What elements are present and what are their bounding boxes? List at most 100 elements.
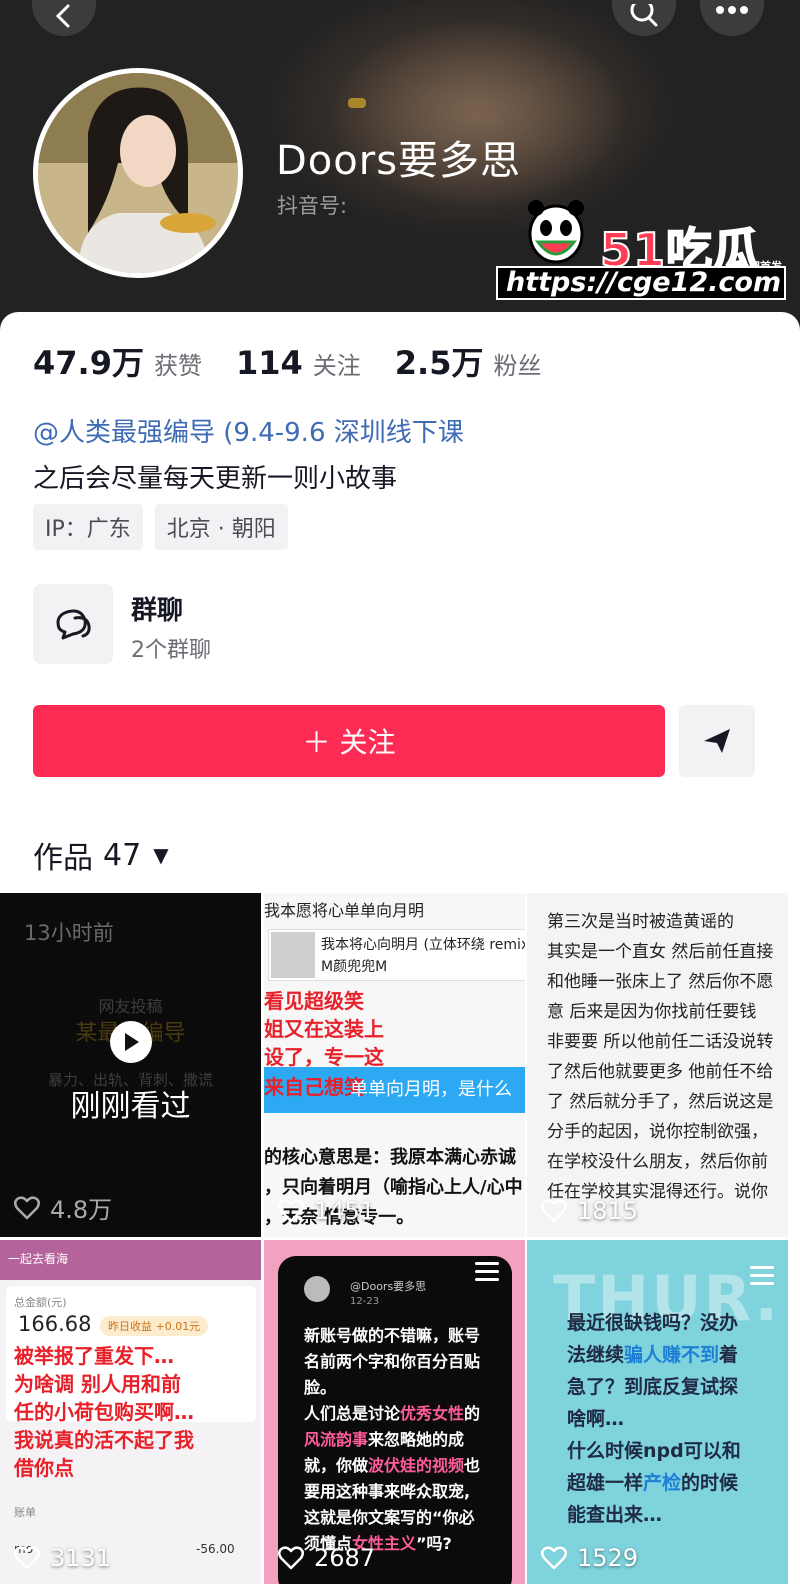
heart-outline-icon [278,1199,304,1223]
cover-text: 新账号做的不错嘛，账号 [304,1326,481,1345]
cover-text: 急了？到底反复试探 [567,1376,739,1398]
video-tile[interactable]: 我本愿将心单单向月明 我本将心向明月 (立体环绕 remix M颜兜兜M 看见超… [264,893,525,1237]
more-button[interactable] [700,0,764,36]
video-likes-count: 2687 [314,1544,376,1572]
cover-text: 和他睡一张床上了 然后你不愿 [547,972,774,992]
cover-text: 我说真的活不起了我 [14,1428,194,1452]
cover-text: 非要要 所以他前任二话没说转 [547,1032,774,1052]
followers-label[interactable]: 粉丝 [493,346,541,381]
cover-text: 昨日收益 +0.01元 [100,1316,209,1336]
play-icon [110,1021,152,1063]
cover-text: 任的小荷包购买啊… [14,1400,194,1424]
video-likes-count: 4.8万 [50,1196,113,1224]
more-dots-icon [716,6,748,14]
cover-text: 12-23 [350,1296,380,1307]
cover-text: 我本愿将心单单向月明 [264,901,425,920]
bio-text: 之后会尽量每天更新一则小故事 [33,464,398,494]
profile-header: Doors要多思 抖音号: 51吃瓜 全网首发 https://cge12.co… [0,0,800,340]
cover-text: 意 后来是因为你找前任要钱 [547,1002,757,1022]
cover-text: -56.00 [196,1542,235,1556]
video-likes: 2687 [278,1544,375,1572]
cover-text: 为啥调 别人用和前 [14,1372,181,1396]
likes-count: 47.9万 [33,344,144,382]
music-card: 我本将心向明月 (立体环绕 remix M颜兜兜M [268,929,525,981]
cover-text: 啥啊… [567,1408,625,1430]
search-button[interactable] [612,0,676,36]
cover-text: 就，你做波伏娃的视频也 [304,1456,481,1475]
cover-text: @Doors要多思 [350,1280,427,1293]
cover-text: 网友投稿 [98,997,163,1016]
video-likes-count: 1451 [314,1197,376,1225]
cover-text: 要用这种事来哗众取宠, [304,1482,471,1501]
likes-label: 获赞 [153,352,202,380]
site-watermark: 51吃瓜 全网首发 https://cge12.com [496,196,786,306]
bio-mention-link[interactable]: @人类最强编导 (9.4-9.6 深圳线下课 [33,412,464,449]
cover-text: 分手的起因，说你控制欲强， [547,1122,768,1142]
video-tile[interactable]: 13小时前 网友投稿 某最强编导 暴力、出轨、背刺、撒谎 刚刚看过 4.8万 [0,893,261,1237]
video-tile[interactable]: 一起去看海 总金额(元) 166.68 昨日收益 +0.01元 被举报了重发下…… [0,1240,261,1584]
cover-text: ，只向着明月（喻指心上人/心中 [264,1177,523,1198]
heart-outline-icon [541,1199,567,1223]
search-icon [630,4,658,27]
video-post-time: 13小时前 [24,921,114,945]
group-chat-entry[interactable]: 群聊 2个群聊 [33,584,773,666]
video-tile[interactable]: THUR. 最近很缺钱吗？没办 法继续骗人赚不到着 急了？到底反复试探 啥啊… … [527,1240,788,1584]
douyin-id: 抖音号: [277,194,348,218]
heart-outline-icon [541,1546,567,1570]
video-likes: 3131 [14,1544,111,1572]
cover-text: 最近很缺钱吗？没办 [567,1312,739,1334]
recently-watched-label: 刚刚看过 [70,1089,191,1124]
followers-count[interactable]: 2.5万 [395,338,484,384]
cover-text: 这就是你文案写的“你必 [304,1508,475,1527]
cover-text: 单单向月明，是什么 [350,1079,512,1100]
music-title: 我本将心向明月 (立体环绕 remix [321,937,525,953]
watermark-url: https://cge12.com [496,266,786,300]
menu-icon [475,1262,499,1282]
works-tab[interactable]: 作品 47 ▼ [33,833,169,877]
cover-text: 风流韵事来忽略她的成 [304,1430,465,1449]
ip-location-tag: IP：广东 [33,504,143,550]
cover-text: 来自己想笑 [264,1075,364,1099]
cover-text: 了然后他就要更多 他前任不给 [547,1062,774,1082]
follow-button[interactable]: ＋ 关注 [33,705,665,777]
cover-text: 能查出来… [567,1504,663,1526]
cover-text: 的核心意思是：我原本满心赤诚 [264,1147,516,1168]
heart-outline-icon [14,1195,40,1219]
cover-text: 总金额(元) [14,1296,67,1309]
cover-text: 一起去看海 [8,1252,69,1266]
wallet-balance: 166.68 [18,1312,92,1336]
following-count[interactable]: 114 [236,344,303,382]
send-arrow-icon [704,729,730,753]
cover-image-detail [348,98,366,108]
share-button[interactable] [679,705,755,777]
profile-tags: IP：广东 北京 · 朝阳 [33,504,288,550]
video-likes-count: 1529 [577,1544,639,1572]
city-tag[interactable]: 北京 · 朝阳 [154,504,288,550]
caret-down-icon: ▼ [153,843,169,867]
group-chat-icon-box [33,584,113,664]
video-likes-count: 1815 [577,1197,639,1225]
video-tile[interactable]: 第三次是当时被造黄谣的 其实是一个直女 然后前任直接 和他睡一张床上了 然后你不… [527,893,788,1237]
cover-text: 人们总是讨论优秀女性的 [304,1404,481,1423]
video-likes: 1529 [541,1544,638,1572]
works-label: 作品 [33,841,93,876]
cover-text: 账单 [14,1506,36,1519]
video-likes: 4.8万 [14,1190,112,1225]
chevron-left-icon [55,4,70,28]
panda-mascot-icon [528,200,584,264]
cover-text: 第三次是当时被造黄谣的 [547,912,734,932]
cover-text: 被举报了重发下… [14,1344,174,1368]
chat-bubbles-icon [56,609,91,640]
heart-outline-icon [14,1546,40,1570]
video-likes: 1815 [541,1197,638,1225]
back-button[interactable] [32,0,96,36]
video-tile[interactable]: @Doors要多思 12-23 新账号做的不错嘛，账号 名前两个字和你百分百贴 … [264,1240,525,1584]
group-chat-count: 2个群聊 [131,638,211,663]
cover-avatar [304,1276,330,1302]
avatar[interactable] [33,68,243,278]
cover-text: 什么时候npd可以和 [567,1440,741,1462]
following-label[interactable]: 关注 [313,346,361,381]
cover-text: 了 然后就分手了，然后说这是 [547,1092,774,1112]
music-artist: M颜兜兜M [321,959,388,975]
cover-text: 姐又在这装上 [264,1017,384,1041]
